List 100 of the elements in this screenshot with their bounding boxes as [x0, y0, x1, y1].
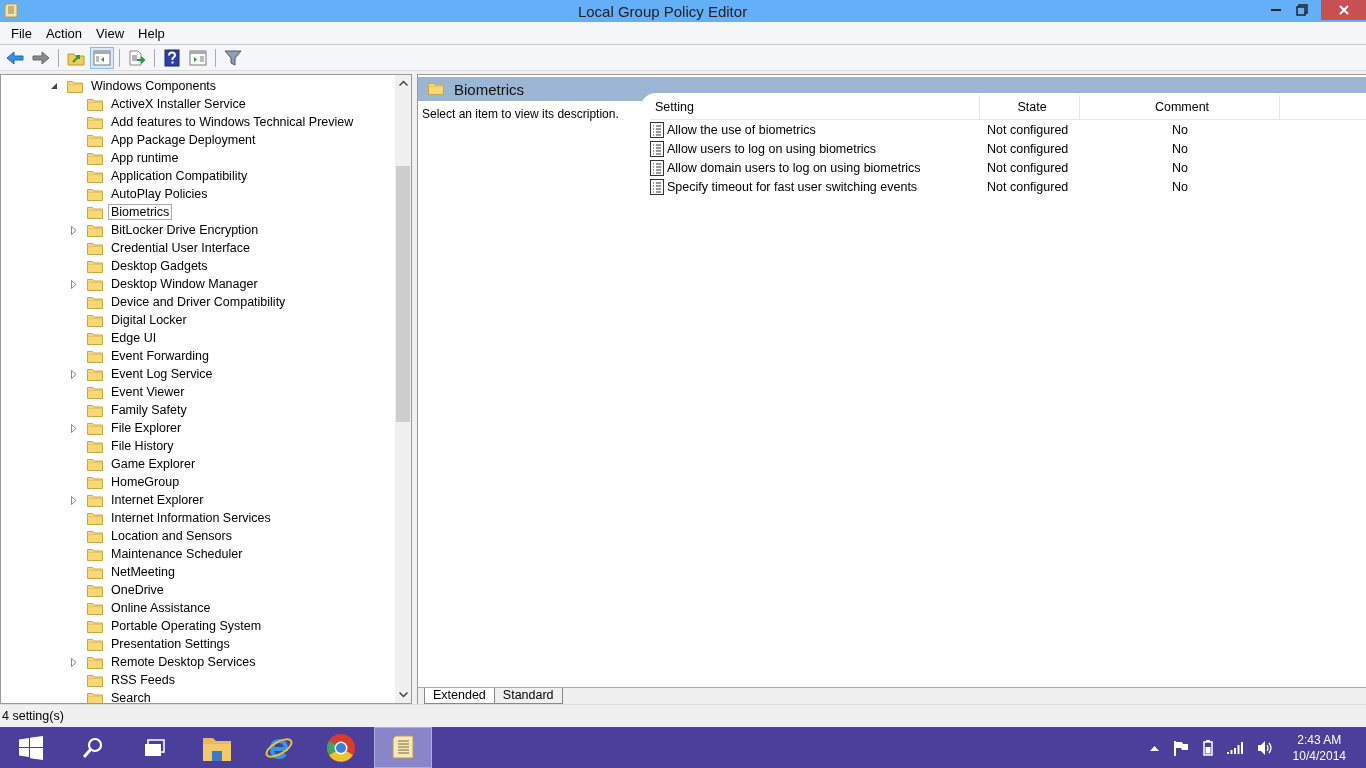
tree-item[interactable]: Digital Locker: [108, 312, 190, 328]
policy-setting-icon: [650, 159, 664, 176]
tree-item[interactable]: Edge UI: [108, 330, 160, 346]
minimize-icon: [1271, 9, 1281, 11]
policy-setting-icon: [650, 140, 664, 157]
tree-item[interactable]: Game Explorer: [108, 456, 199, 472]
forward-arrow-icon: [32, 49, 50, 66]
tree-item[interactable]: Event Forwarding: [108, 348, 212, 364]
folder-icon: [428, 80, 444, 95]
policy-setting-icon: [650, 121, 664, 138]
setting-name[interactable]: Allow domain users to log on using biometrics: [667, 160, 921, 175]
tree-item[interactable]: Internet Explorer: [108, 492, 207, 508]
tree-item[interactable]: Location and Sensors: [108, 528, 235, 544]
view-tab[interactable]: Extended: [424, 688, 495, 704]
tree-item[interactable]: Event Log Service: [108, 366, 216, 382]
folder-icon: [67, 79, 83, 93]
tree-item[interactable]: NetMeeting: [108, 564, 178, 580]
scrollbar[interactable]: [395, 75, 411, 703]
browser-ball-icon: [326, 732, 356, 763]
tree-item[interactable]: App runtime: [108, 150, 182, 166]
menu-item[interactable]: View: [89, 23, 132, 43]
tree-item[interactable]: Desktop Window Manager: [108, 276, 261, 292]
setting-name[interactable]: Specify timeout for fast user switching events: [667, 179, 918, 194]
restore-icon: [1296, 4, 1308, 16]
tree-item[interactable]: Biometrics: [108, 204, 173, 220]
folder-icon: [87, 637, 103, 651]
setting-name[interactable]: Allow the use of biometrics: [667, 122, 816, 137]
folder-icon: [87, 457, 103, 471]
tree-item[interactable]: Event Viewer: [108, 384, 188, 400]
clock[interactable]: 2:43 AM 10/4/2014: [1292, 731, 1346, 764]
tree-item[interactable]: Credential User Interface: [108, 240, 253, 256]
folder-icon: [87, 115, 103, 129]
setting-name[interactable]: Allow users to log on using biometrics: [667, 141, 877, 156]
tree-item[interactable]: Device and Driver Compatibility: [108, 294, 289, 310]
tree-item[interactable]: File Explorer: [108, 420, 185, 436]
folder-icon: [87, 349, 103, 363]
folder-icon: [87, 493, 103, 507]
table-cell-text: Not configured: [986, 179, 1070, 194]
tree-item[interactable]: Online Assistance: [108, 600, 214, 616]
folder-icon: [87, 583, 103, 597]
filter-icon: [224, 49, 242, 66]
folder-icon: [87, 655, 103, 669]
policy-setting-icon: [650, 178, 664, 195]
tree-item[interactable]: Windows Components: [88, 78, 220, 94]
column-header[interactable]: Setting: [650, 95, 980, 119]
folder-icon: [87, 601, 103, 615]
tree-item[interactable]: Presentation Settings: [108, 636, 233, 652]
tree-item[interactable]: HomeGroup: [108, 474, 183, 490]
tree-item[interactable]: Add features to Windows Technical Preview: [108, 114, 357, 130]
view-tab[interactable]: Standard: [493, 688, 563, 704]
table-cell-text: Not configured: [986, 160, 1070, 175]
folder-icon: [87, 547, 103, 561]
description-text: Select an item to view its description.: [422, 107, 619, 121]
tree-item[interactable]: File History: [108, 438, 177, 454]
table-cell-text: Not configured: [986, 122, 1070, 137]
windows-logo-icon: [19, 735, 43, 760]
tree-item[interactable]: App Package Deployment: [108, 132, 259, 148]
show-hidden-icon[interactable]: [1149, 744, 1159, 751]
export-list-icon: [128, 49, 146, 66]
table-cell-text: No: [1171, 141, 1189, 156]
scroll-icon: [390, 733, 416, 762]
close-button[interactable]: [1321, 0, 1366, 20]
battery-icon[interactable]: [1202, 739, 1213, 756]
status-text: 4 setting(s): [2, 709, 64, 723]
folder-icon: [87, 133, 103, 147]
tree-item[interactable]: BitLocker Drive Encryption: [108, 222, 262, 238]
folder-icon: [87, 151, 103, 165]
folder-icon: [87, 295, 103, 309]
folder-icon: [87, 313, 103, 327]
folder-icon: [87, 403, 103, 417]
column-header[interactable]: Comment: [1080, 95, 1280, 119]
back-arrow-icon: [6, 49, 24, 66]
tree-item[interactable]: Desktop Gadgets: [108, 258, 211, 274]
tree-item[interactable]: AutoPlay Policies: [108, 186, 211, 202]
folder-icon: [87, 205, 103, 219]
folder-icon: [87, 367, 103, 381]
search-icon: [82, 736, 104, 759]
folder-icon: [87, 691, 103, 703]
column-header[interactable]: State: [980, 95, 1080, 119]
scroll-taskbar-button[interactable]: [374, 727, 432, 768]
tree-item[interactable]: Application Compatibility: [108, 168, 251, 184]
tree-item[interactable]: Family Safety: [108, 402, 190, 418]
tree-item[interactable]: ActiveX Installer Service: [108, 96, 249, 112]
folder-icon: [87, 439, 103, 453]
menu-item[interactable]: Action: [38, 23, 90, 43]
tree-item[interactable]: Portable Operating System: [108, 618, 265, 634]
flag-icon[interactable]: [1172, 739, 1189, 756]
tree-item[interactable]: Remote Desktop Services: [108, 654, 259, 670]
folder-icon: [87, 277, 103, 291]
tree-item[interactable]: Internet Information Services: [108, 510, 274, 526]
menu-item[interactable]: File: [4, 23, 39, 43]
tree-item[interactable]: RSS Feeds: [108, 672, 178, 688]
folder-icon: [87, 223, 103, 237]
scrollbar-thumb[interactable]: [396, 166, 410, 422]
tree-item[interactable]: Maintenance Scheduler: [108, 546, 246, 562]
tree-item[interactable]: OneDrive: [108, 582, 167, 598]
menu-item[interactable]: Help: [131, 23, 172, 43]
signal-icon[interactable]: [1226, 741, 1243, 754]
tree-item[interactable]: Search: [108, 690, 154, 703]
speaker-icon[interactable]: [1256, 739, 1273, 756]
